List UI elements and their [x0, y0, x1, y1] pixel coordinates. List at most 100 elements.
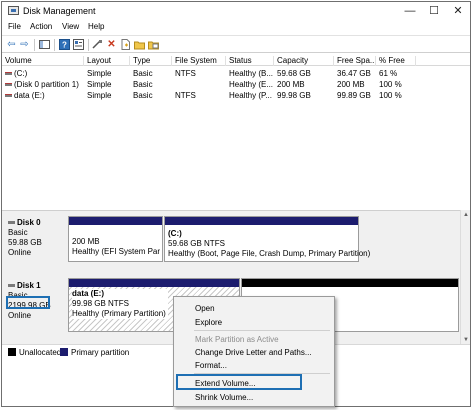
extend-volume-highlight — [176, 374, 302, 390]
volume-capacity: 59.68 GB — [277, 69, 311, 78]
partition-efi[interactable]: 200 MB Healthy (EFI System Partiti — [68, 216, 163, 262]
console-tree-icon[interactable] — [39, 39, 50, 50]
menu-format[interactable]: Format... — [195, 361, 227, 370]
menu-view[interactable]: View — [62, 22, 79, 31]
forward-arrow-icon[interactable]: ⇨ — [19, 39, 30, 50]
column-layout[interactable]: Layout — [84, 56, 130, 66]
connect-icon[interactable] — [92, 39, 103, 50]
back-arrow-icon[interactable]: ⇦ — [6, 39, 17, 50]
volume-row[interactable]: data (E:) Simple Basic NTFS Healthy (P..… — [2, 90, 470, 101]
disk-status: Online — [8, 311, 32, 320]
properties-icon[interactable] — [73, 39, 84, 50]
volume-icon — [5, 83, 12, 87]
volume-row[interactable]: (C:) Simple Basic NTFS Healthy (B... 59.… — [2, 68, 470, 79]
partition-name: (C:) — [168, 229, 182, 238]
menu-explore[interactable]: Explore — [195, 318, 222, 327]
disk-icon — [8, 221, 15, 225]
volume-free-space: 99.89 GB — [337, 91, 371, 100]
column-type[interactable]: Type — [130, 56, 172, 66]
disk-icon — [8, 284, 15, 288]
partition-status: Healthy (Boot, Page File, Crash Dump, Pr… — [168, 249, 371, 258]
menu-open[interactable]: Open — [195, 304, 215, 313]
partition-size: 59.68 GB NTFS — [168, 239, 225, 248]
volume-list: Volume Layout Type File System Status Ca… — [2, 54, 470, 210]
volume-type: Basic — [133, 80, 153, 89]
volume-layout: Simple — [87, 80, 112, 89]
volume-percent-free: 100 % — [379, 80, 402, 89]
disk-management-app-icon — [8, 6, 19, 15]
context-menu: Open Explore Mark Partition as Active Ch… — [173, 296, 335, 407]
close-button[interactable]: ✕ — [446, 4, 470, 18]
minimize-button[interactable]: — — [398, 4, 422, 18]
volume-file-system: NTFS — [175, 69, 196, 78]
partition-name: data (E:) — [72, 289, 104, 298]
partition-bar — [165, 217, 358, 225]
column-free-space[interactable]: Free Spa... — [334, 56, 376, 66]
menu-help[interactable]: Help — [88, 22, 104, 31]
menu-file[interactable]: File — [8, 22, 21, 31]
column-volume[interactable]: Volume — [2, 56, 84, 66]
partition-bar — [69, 217, 162, 225]
partition-status: Healthy (EFI System Partiti — [72, 247, 160, 256]
volume-status: Healthy (E... — [229, 80, 274, 89]
partition-status: Healthy (Primary Partition) — [72, 309, 166, 318]
new-icon[interactable] — [120, 39, 131, 50]
unallocated-bar — [242, 279, 458, 287]
volume-name: data (E:) — [14, 91, 45, 100]
volume-status: Healthy (B... — [229, 69, 274, 78]
toolbar: ⇦ ⇨ ? ✕ — [2, 35, 470, 53]
menu-action[interactable]: Action — [30, 22, 52, 31]
title-bar: Disk Management — ☐ ✕ — [2, 2, 470, 20]
window-title: Disk Management — [23, 6, 96, 16]
scroll-down-icon[interactable]: ▼ — [462, 337, 470, 343]
disk-name: Disk 0 — [17, 218, 41, 227]
partition-bar — [69, 279, 239, 287]
legend-primary-swatch — [60, 348, 68, 356]
export-icon[interactable] — [148, 39, 159, 50]
disk-size-highlight — [6, 296, 50, 309]
legend-unallocated-label: Unallocated — [19, 348, 62, 357]
volume-file-system: NTFS — [175, 91, 196, 100]
help-icon[interactable]: ? — [59, 39, 70, 50]
disk-size: 59.88 GB — [8, 238, 42, 247]
column-percent-free[interactable]: % Free — [376, 56, 416, 66]
volume-free-space: 36.47 GB — [337, 69, 371, 78]
menu-separator — [194, 330, 330, 331]
partition-size: 200 MB — [72, 237, 100, 246]
column-file-system[interactable]: File System — [172, 56, 226, 66]
column-capacity[interactable]: Capacity — [274, 56, 334, 66]
scroll-up-icon[interactable]: ▲ — [462, 212, 470, 218]
volume-name: (Disk 0 partition 1) — [14, 80, 79, 89]
volume-row[interactable]: (Disk 0 partition 1) Simple Basic Health… — [2, 79, 470, 90]
volume-capacity: 200 MB — [277, 80, 305, 89]
disk-type: Basic — [8, 228, 28, 237]
volume-status: Healthy (P... — [229, 91, 272, 100]
volume-name: (C:) — [14, 69, 28, 78]
partition-c[interactable]: (C:) 59.68 GB NTFS Healthy (Boot, Page F… — [164, 216, 370, 262]
menu-bar: File Action View Help — [2, 20, 470, 34]
legend-unallocated-swatch — [8, 348, 16, 356]
maximize-button[interactable]: ☐ — [422, 4, 446, 18]
volume-layout: Simple — [87, 69, 112, 78]
menu-change-drive-letter[interactable]: Change Drive Letter and Paths... — [195, 348, 312, 357]
graphical-view-scrollbar[interactable]: ▲ ▼ — [460, 210, 470, 345]
menu-shrink-volume[interactable]: Shrink Volume... — [195, 393, 253, 402]
disk-status: Online — [8, 248, 32, 257]
volume-free-space: 200 MB — [337, 80, 365, 89]
volume-type: Basic — [133, 69, 153, 78]
volume-layout: Simple — [87, 91, 112, 100]
svg-text:?: ? — [62, 41, 67, 50]
volume-type: Basic — [133, 91, 153, 100]
volume-icon — [5, 94, 12, 98]
disk-0-label[interactable]: Disk 0 Basic 59.88 GB Online — [8, 218, 64, 258]
volume-icon — [5, 72, 12, 76]
volume-list-header: Volume Layout Type File System Status Ca… — [2, 54, 470, 66]
volume-percent-free: 61 % — [379, 69, 398, 78]
volume-capacity: 99.98 GB — [277, 91, 311, 100]
partition-size: 99.98 GB NTFS — [72, 299, 129, 308]
column-status[interactable]: Status — [226, 56, 274, 66]
volume-percent-free: 100 % — [379, 91, 402, 100]
open-icon[interactable] — [134, 39, 145, 50]
disk-name: Disk 1 — [17, 281, 41, 290]
delete-icon[interactable]: ✕ — [106, 39, 117, 50]
